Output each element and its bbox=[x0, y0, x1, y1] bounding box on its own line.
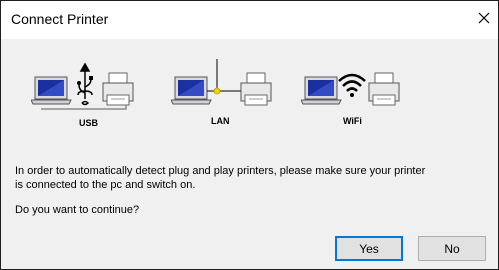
printer-icon bbox=[240, 72, 272, 106]
wifi-connection: WiFi bbox=[301, 39, 421, 149]
wifi-diagram-icon bbox=[301, 72, 400, 106]
laptop-icon bbox=[31, 76, 72, 105]
dialog-title: Connect Printer bbox=[11, 11, 109, 27]
connect-printer-dialog: Connect Printer USB LAN WiFi In order to… bbox=[0, 0, 499, 270]
title-bar: Connect Printer bbox=[1, 1, 498, 39]
printer-icon bbox=[368, 72, 400, 106]
wifi-label: WiFi bbox=[343, 116, 362, 126]
yes-button[interactable]: Yes bbox=[335, 236, 403, 261]
wifi-icon bbox=[338, 73, 366, 97]
lan-connection: LAN bbox=[171, 39, 291, 149]
printer-icon bbox=[102, 72, 134, 106]
usb-icon bbox=[77, 62, 93, 106]
content-area: USB LAN WiFi In order to automatically d… bbox=[1, 39, 498, 231]
usb-connection: USB bbox=[31, 39, 151, 149]
lan-label: LAN bbox=[211, 116, 230, 126]
instruction-text: In order to automatically detect plug an… bbox=[15, 164, 485, 192]
button-bar: Yes No bbox=[1, 231, 498, 269]
connection-types: USB LAN WiFi bbox=[1, 39, 498, 149]
instruction-line-1: In order to automatically detect plug an… bbox=[15, 165, 426, 177]
instruction-line-2: is connected to the pc and switch on. bbox=[15, 179, 196, 191]
close-button[interactable] bbox=[470, 1, 498, 35]
laptop-icon bbox=[301, 76, 342, 105]
lan-diagram-icon bbox=[171, 59, 272, 106]
laptop-icon bbox=[171, 76, 212, 105]
close-icon bbox=[478, 12, 490, 24]
no-button[interactable]: No bbox=[418, 236, 486, 261]
continue-question: Do you want to continue? bbox=[15, 204, 140, 216]
usb-label: USB bbox=[79, 118, 99, 128]
lan-icon bbox=[207, 59, 241, 95]
